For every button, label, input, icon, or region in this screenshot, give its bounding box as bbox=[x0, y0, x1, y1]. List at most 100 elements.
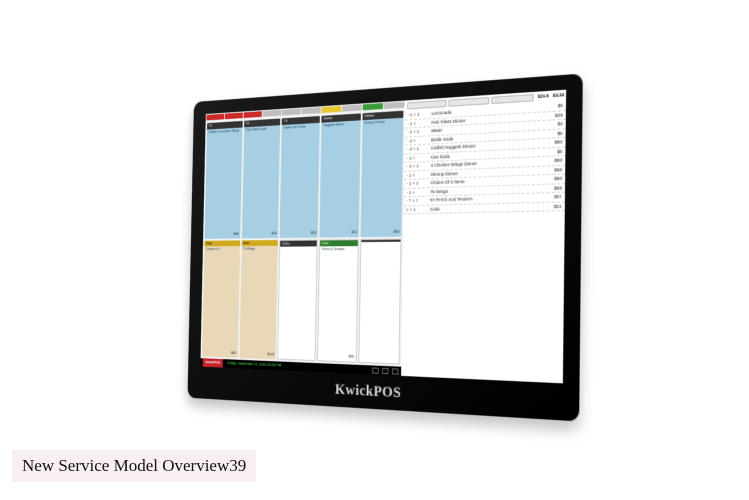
status-control-1[interactable] bbox=[372, 367, 378, 373]
order-line[interactable]: < + 1Coke$21 bbox=[403, 202, 565, 214]
ticket-card-body bbox=[281, 246, 317, 248]
order-line-name: Shrimp Dinner bbox=[430, 167, 541, 177]
order-line[interactable]: - 1 + 1#2 Perch And Tenders$81 bbox=[403, 193, 565, 206]
order-line-amt: $3 bbox=[542, 121, 562, 128]
ticket-card-price: $72 bbox=[352, 230, 358, 235]
ticket-card[interactable] bbox=[358, 238, 401, 364]
order-line[interactable]: - 1 +Can Soda$6 bbox=[404, 147, 565, 163]
order-line[interactable]: - 3 + 1Catfish Nuggets Dinner$60 bbox=[404, 138, 565, 154]
order-line-qty: - 1 + 1 bbox=[406, 198, 430, 204]
order-line-name: Can Soda bbox=[431, 149, 542, 160]
order-line[interactable]: - 1 + 14 Chicken Wings Dinner$60 bbox=[404, 156, 565, 171]
order-line-name: Choice Of 2 Items bbox=[430, 176, 541, 185]
pos-screen: T4Catfish Lemonade Wings$66T5Fish Fillet… bbox=[200, 90, 566, 384]
order-line-amt: $60 bbox=[542, 176, 562, 183]
order-line[interactable]: - 1 +Shrimp Dinner$66 bbox=[404, 165, 565, 180]
order-line-amt: $81 bbox=[541, 194, 561, 200]
order-line-qty: - 1 + 1 bbox=[407, 128, 431, 135]
order-line-qty: - 1 + bbox=[407, 171, 431, 177]
order-line-amt: $6 bbox=[542, 130, 562, 137]
ticket-card[interactable]: Dine75 Wings$120 bbox=[239, 239, 278, 359]
device-bezel: T4Catfish Lemonade Wings$66T5Fish Fillet… bbox=[187, 73, 582, 421]
ticket-card-price: $33 bbox=[311, 231, 316, 236]
status-datetime: Friday, September 11, 2020 03:46 PM bbox=[227, 361, 281, 368]
order-line-name: 75 Wings bbox=[430, 185, 541, 194]
order-line-qty: - 1 + bbox=[407, 154, 431, 161]
order-line-amt: $6 bbox=[542, 148, 562, 155]
ticket-card[interactable]: T4Catfish Lemonade Wings$66 bbox=[205, 121, 243, 239]
ticket-card-body: Perch & Tenders bbox=[320, 246, 358, 252]
order-total-2: $4.34 bbox=[551, 92, 564, 100]
device-brand: KwickPOS bbox=[335, 382, 401, 403]
order-line[interactable]: - 1 + 1Choice Of 2 Items$60 bbox=[404, 174, 565, 188]
toolbar-button-2[interactable] bbox=[448, 97, 489, 107]
ticket-card-body: Shrimp Dinner bbox=[362, 117, 403, 126]
ticket-card-price: $120 bbox=[267, 353, 274, 358]
ticket-card-price: $66 bbox=[234, 232, 239, 236]
order-line-name: 4 Chicken Wings Dinner bbox=[431, 158, 542, 168]
order-line-qty: - 1 + bbox=[407, 120, 431, 127]
image-caption: New Service Model Overview39 bbox=[12, 450, 256, 482]
toolbar-button-1[interactable] bbox=[407, 100, 447, 110]
order-line[interactable]: - 1 +Fish Fillets Dinner$28 bbox=[405, 111, 566, 129]
order-pane: $21.6 $4.34 - 1 + 1Lemonade$6- 1 +Fish F… bbox=[401, 90, 566, 384]
order-line-qty: < + 1 bbox=[406, 206, 430, 212]
ticket-card[interactable]: OnlineShrimp Dinner $54 bbox=[361, 111, 404, 237]
order-line-amt: $60 bbox=[542, 139, 562, 146]
ticket-card-body: Catfish Lemonade Wings bbox=[207, 127, 242, 135]
order-line-amt: $28 bbox=[542, 112, 562, 119]
order-line-amt: $6 bbox=[543, 103, 563, 110]
order-line-name: Fish Fillets Dinner bbox=[431, 113, 542, 125]
order-line-qty: - 1 + 1 bbox=[406, 180, 430, 186]
ticket-card-body bbox=[361, 241, 400, 243]
order-line-qty: - 1 + 1 bbox=[408, 111, 432, 118]
ticket-card[interactable]: T9Water Can Soda$33 bbox=[280, 116, 320, 238]
status-control-3[interactable] bbox=[392, 368, 398, 374]
order-line-amt: $21 bbox=[541, 203, 561, 209]
order-line-qty: - 3 + 1 bbox=[407, 146, 431, 153]
pos-device: T4Catfish Lemonade Wings$66T5Fish Fillet… bbox=[187, 73, 582, 421]
ticket-card-body: Nuggets Dinner bbox=[322, 120, 361, 129]
order-line-name: Water bbox=[431, 122, 542, 134]
order-line[interactable]: - 1 +75 Wings$66 bbox=[404, 184, 565, 198]
ticket-card-body: Water Can Soda bbox=[282, 122, 320, 130]
ticket-card-header: Online bbox=[363, 111, 404, 120]
order-line-amt: $66 bbox=[542, 185, 562, 191]
ticket-card-body: 75 Wings bbox=[241, 246, 278, 252]
ticket-card-body: Choice of 2 bbox=[204, 246, 240, 252]
ticket-card[interactable]: DinePerch & Tenders$82 bbox=[317, 239, 358, 363]
order-total-1: $21.6 bbox=[536, 93, 549, 101]
ticket-card[interactable]: ToGo bbox=[278, 239, 318, 361]
device-stage: T4Catfish Lemonade Wings$66T5Fish Fillet… bbox=[150, 88, 590, 408]
order-line-name: Lemonade bbox=[431, 104, 542, 117]
order-line-name: Coke bbox=[430, 204, 542, 212]
ticket-card[interactable]: T5Fish Fillets Soda$48 bbox=[242, 118, 281, 238]
order-line-amt: $66 bbox=[542, 167, 562, 174]
ticket-card-grid: T4Catfish Lemonade Wings$66T5Fish Fillet… bbox=[201, 109, 405, 367]
status-control-2[interactable] bbox=[382, 367, 388, 373]
ticket-pane: T4Catfish Lemonade Wings$66T5Fish Fillet… bbox=[200, 101, 405, 376]
ticket-tab[interactable] bbox=[384, 102, 405, 109]
order-line-list: - 1 + 1Lemonade$6- 1 +Fish Fillets Dinne… bbox=[401, 101, 566, 383]
order-line[interactable]: - 1 + 1Lemonade$6 bbox=[405, 101, 566, 120]
order-toolbar: $21.6 $4.34 bbox=[405, 90, 566, 112]
ticket-card[interactable]: OnlineNuggets Dinner$72 bbox=[320, 113, 361, 237]
order-line-qty: - 1 + bbox=[406, 189, 430, 195]
order-line-name: #2 Perch And Tenders bbox=[430, 194, 542, 203]
ticket-card-body: Fish Fillets Soda bbox=[244, 125, 281, 133]
ticket-card-price: $48 bbox=[272, 231, 277, 235]
ticket-card-price: $82 bbox=[349, 355, 355, 360]
ticket-card-price: $54 bbox=[394, 230, 400, 235]
order-line-qty: - 2 + bbox=[407, 137, 431, 144]
order-line-amt: $60 bbox=[542, 157, 562, 164]
order-line[interactable]: - 2 +Bottle Soda$6 bbox=[404, 129, 565, 146]
status-logo: KwickPOS bbox=[203, 358, 223, 367]
toolbar-button-3[interactable] bbox=[491, 94, 534, 104]
order-line[interactable]: - 1 + 1Water$3 bbox=[405, 120, 566, 138]
order-line-name: Catfish Nuggets Dinner bbox=[431, 140, 542, 151]
ticket-card-price: $60 bbox=[231, 351, 236, 356]
ticket-card[interactable]: DineChoice of 2$60 bbox=[202, 240, 240, 358]
caption-wrap: New Service Model Overview39 bbox=[12, 450, 256, 482]
order-line-qty: - 1 + 1 bbox=[407, 163, 431, 170]
order-line-name: Bottle Soda bbox=[431, 131, 542, 142]
